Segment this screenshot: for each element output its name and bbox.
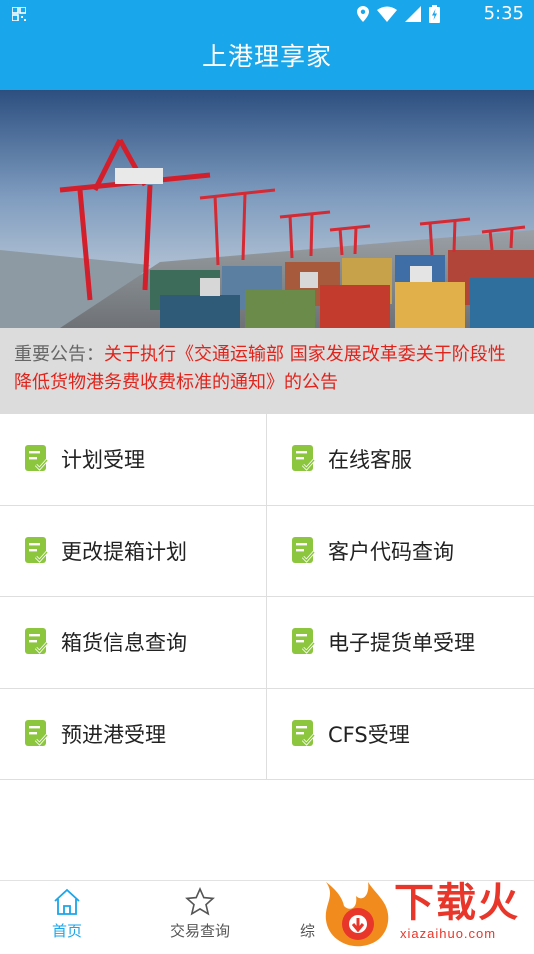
menu-item-label: CFS受理: [328, 722, 410, 747]
status-time: 5:35: [483, 3, 524, 24]
menu-item-cfs-acceptance[interactable]: CFS受理: [267, 689, 534, 780]
home-icon: [54, 888, 80, 915]
menu-item-pre-entry-port[interactable]: 预进港受理: [0, 688, 267, 780]
menu-item-e-delivery-order[interactable]: 电子提货单受理: [267, 597, 534, 689]
watermark-text: 下载火: [394, 880, 520, 926]
menu-item-label: 客户代码查询: [328, 539, 454, 564]
battery-icon: [429, 5, 440, 23]
tab-label: 交易查询: [169, 922, 230, 940]
checklist-icon: [25, 628, 49, 655]
menu-item-label: 预进港受理: [61, 722, 166, 747]
menu-item-plan-acceptance[interactable]: 计划受理: [0, 414, 267, 506]
checklist-icon: [292, 628, 316, 655]
menu-item-change-pickup-plan[interactable]: 更改提箱计划: [0, 505, 267, 597]
banner-image[interactable]: [0, 90, 534, 328]
checklist-icon: [25, 536, 49, 563]
star-icon: [185, 887, 215, 916]
menu-item-container-info-query[interactable]: 箱货信息查询: [0, 597, 267, 689]
checklist-icon: [292, 536, 316, 563]
qr-code-icon: [12, 7, 26, 21]
menu-item-online-service[interactable]: 在线客服: [267, 414, 534, 506]
flame-logo-icon: [325, 882, 389, 947]
status-bar: 5:35: [0, 0, 534, 28]
wifi-icon: [377, 6, 397, 22]
checklist-icon: [292, 719, 316, 746]
tab-transaction-query[interactable]: 交易查询: [145, 881, 255, 951]
checklist-icon: [25, 719, 49, 746]
app-title: 上港理享家: [201, 42, 332, 71]
important-notice[interactable]: 重要公告：关于执行《交通运输部 国家发展改革委关于阶段性降低货物港务费收费标准的…: [0, 328, 534, 414]
app-bar: 上港理享家: [0, 28, 534, 90]
tab-label: 首页: [51, 922, 82, 940]
checklist-icon: [292, 445, 316, 472]
tab-home[interactable]: 首页: [12, 881, 122, 951]
menu-item-customer-code-query[interactable]: 客户代码查询: [267, 506, 534, 597]
notice-label: 重要公告：: [14, 344, 104, 365]
menu-item-label: 更改提箱计划: [61, 539, 187, 564]
menu-item-label: 计划受理: [61, 448, 145, 473]
checklist-icon: [25, 445, 49, 472]
watermark-url: xiazaihuo.com: [400, 926, 497, 941]
menu-item-label: 电子提货单受理: [328, 631, 475, 656]
watermark-logo: 下载火 xiazaihuo.com: [316, 878, 534, 950]
location-icon: [357, 6, 369, 22]
signal-icon: [405, 6, 421, 22]
menu-item-label: 箱货信息查询: [61, 631, 187, 656]
service-menu-grid: 计划受理 在线客服 更改提箱计划 客户代码查询 箱货信息查询 电子提货单受理 预…: [0, 414, 534, 780]
port-cranes-illustration: [0, 90, 534, 328]
menu-item-label: 在线客服: [328, 448, 412, 473]
